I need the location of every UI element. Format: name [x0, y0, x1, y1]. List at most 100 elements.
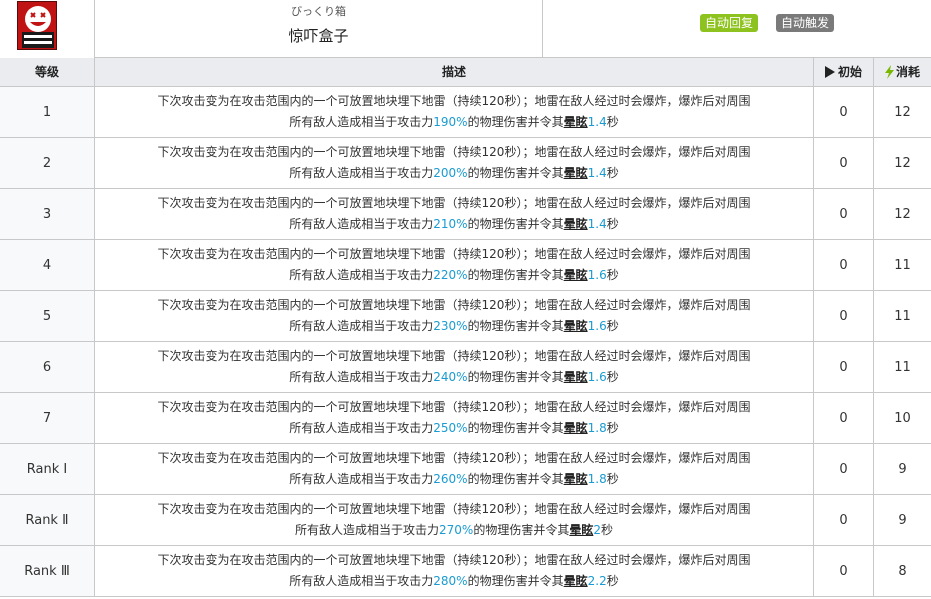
skill-tags-cell: 自动回复 自动触发 [543, 0, 931, 58]
level-value: 1 [42, 104, 52, 120]
description-line-2: 所有敌人造成相当于攻击力270%的物理伤害并令其晕眩2秒 [105, 520, 803, 541]
description-text: 所有敌人造成相当于攻击力 [289, 319, 434, 333]
sp-cost-value: 12 [894, 206, 911, 222]
initial-sp-value: 0 [839, 257, 848, 273]
atk-percent: 280% [433, 574, 468, 588]
header-initial-label: 初始 [837, 65, 862, 79]
description-text: 的物理伤害并令其 [467, 115, 564, 129]
table-row: 2 下次攻击变为在攻击范围内的一个可放置地块埋下地雷（持续120秒）；地雷在敌人… [0, 138, 931, 189]
sp-cost-value: 10 [894, 410, 911, 426]
stun-duration: 1.6 [587, 370, 607, 384]
initial-sp-value: 0 [839, 206, 848, 222]
description-text: 所有敌人造成相当于攻击力 [289, 268, 434, 282]
level-cell: 2 [0, 138, 95, 188]
header-level: 等级 [0, 58, 95, 87]
initial-sp-value: 0 [839, 308, 848, 324]
skill-name-cell: びっくり箱 惊吓盒子 [95, 0, 543, 58]
sp-cost-cell: 11 [874, 240, 931, 290]
initial-sp-value: 0 [839, 512, 848, 528]
sp-cost-cell: 10 [874, 393, 931, 443]
atk-percent: 210% [433, 217, 468, 231]
description-line-2: 所有敌人造成相当于攻击力260%的物理伤害并令其晕眩1.8秒 [105, 469, 803, 490]
atk-percent: 190% [433, 115, 468, 129]
tag-auto-trigger: 自动触发 [776, 14, 835, 32]
sp-cost-cell: 8 [874, 546, 931, 596]
level-value: 4 [42, 257, 52, 273]
initial-sp-cell: 0 [814, 291, 874, 341]
description-line-2: 所有敌人造成相当于攻击力190%的物理伤害并令其晕眩1.4秒 [105, 112, 803, 133]
stun-keyword: 晕眩 [569, 523, 594, 537]
description-cell: 下次攻击变为在攻击范围内的一个可放置地块埋下地雷（持续120秒）；地雷在敌人经过… [95, 138, 814, 188]
initial-sp-cell: 0 [814, 546, 874, 596]
stun-duration: 1.8 [587, 421, 607, 435]
atk-percent: 260% [433, 472, 468, 486]
sp-cost-cell: 9 [874, 444, 931, 494]
stun-keyword: 晕眩 [563, 217, 588, 231]
description-text: 所有敌人造成相当于攻击力 [289, 166, 434, 180]
stun-keyword: 晕眩 [563, 574, 588, 588]
description-line-1: 下次攻击变为在攻击范围内的一个可放置地块埋下地雷（持续120秒）；地雷在敌人经过… [157, 553, 751, 567]
level-value: Rank Ⅰ [26, 461, 68, 477]
initial-sp-cell: 0 [814, 393, 874, 443]
stun-keyword: 晕眩 [563, 472, 588, 486]
level-value: 2 [42, 155, 52, 171]
description-cell: 下次攻击变为在攻击范围内的一个可放置地块埋下地雷（持续120秒）；地雷在敌人经过… [95, 495, 814, 545]
header-initial-sp: 初始 [814, 58, 874, 87]
description-text: 所有敌人造成相当于攻击力 [289, 472, 434, 486]
stun-duration: 1.4 [587, 217, 607, 231]
atk-percent: 220% [433, 268, 468, 282]
stun-duration: 1.6 [587, 319, 607, 333]
stun-duration: 1.6 [587, 268, 607, 282]
sp-cost-cell: 9 [874, 495, 931, 545]
description-text: 的物理伤害并令其 [467, 268, 564, 282]
stun-duration: 1.4 [587, 166, 607, 180]
stun-keyword: 晕眩 [563, 421, 588, 435]
description-line-2: 所有敌人造成相当于攻击力200%的物理伤害并令其晕眩1.4秒 [105, 163, 803, 184]
sp-cost-value: 9 [898, 512, 907, 528]
stun-duration: 2.2 [587, 574, 607, 588]
description-text: 的物理伤害并令其 [467, 574, 564, 588]
description-line-2: 所有敌人造成相当于攻击力220%的物理伤害并令其晕眩1.6秒 [105, 265, 803, 286]
skill-header: びっくり箱 惊吓盒子 自动回复 自动触发 [0, 0, 931, 58]
description-cell: 下次攻击变为在攻击范围内的一个可放置地块埋下地雷（持续120秒）；地雷在敌人经过… [95, 291, 814, 341]
initial-sp-value: 0 [839, 461, 848, 477]
description-text: 所有敌人造成相当于攻击力 [289, 370, 434, 384]
table-row: 6 下次攻击变为在攻击范围内的一个可放置地块埋下地雷（持续120秒）；地雷在敌人… [0, 342, 931, 393]
table-row: 4 下次攻击变为在攻击范围内的一个可放置地块埋下地雷（持续120秒）；地雷在敌人… [0, 240, 931, 291]
description-line-2: 所有敌人造成相当于攻击力210%的物理伤害并令其晕眩1.4秒 [105, 214, 803, 235]
description-cell: 下次攻击变为在攻击范围内的一个可放置地块埋下地雷（持续120秒）；地雷在敌人经过… [95, 87, 814, 137]
lightning-icon [884, 65, 894, 79]
duration-unit: 秒 [606, 115, 619, 129]
description-text: 的物理伤害并令其 [473, 523, 570, 537]
stun-keyword: 晕眩 [563, 115, 588, 129]
level-value: 5 [42, 308, 52, 324]
duration-unit: 秒 [606, 166, 619, 180]
sp-cost-value: 12 [894, 155, 911, 171]
duration-unit: 秒 [606, 472, 619, 486]
header-description: 描述 [95, 58, 814, 87]
table-row: 3 下次攻击变为在攻击范围内的一个可放置地块埋下地雷（持续120秒）；地雷在敌人… [0, 189, 931, 240]
description-line-1: 下次攻击变为在攻击范围内的一个可放置地块埋下地雷（持续120秒）；地雷在敌人经过… [157, 451, 751, 465]
description-line-1: 下次攻击变为在攻击范围内的一个可放置地块埋下地雷（持续120秒）；地雷在敌人经过… [157, 247, 751, 261]
level-cell: 7 [0, 393, 95, 443]
atk-percent: 200% [433, 166, 468, 180]
description-text: 的物理伤害并令其 [467, 166, 564, 180]
level-value: 6 [42, 359, 52, 375]
level-cell: 4 [0, 240, 95, 290]
description-text: 所有敌人造成相当于攻击力 [294, 523, 439, 537]
level-cell: Rank Ⅰ [0, 444, 95, 494]
description-line-2: 所有敌人造成相当于攻击力240%的物理伤害并令其晕眩1.6秒 [105, 367, 803, 388]
stun-keyword: 晕眩 [563, 166, 588, 180]
initial-sp-value: 0 [839, 563, 848, 579]
sp-cost-cell: 12 [874, 138, 931, 188]
level-value: Rank Ⅲ [24, 563, 70, 579]
sp-cost-cell: 12 [874, 87, 931, 137]
description-text: 的物理伤害并令其 [467, 370, 564, 384]
description-cell: 下次攻击变为在攻击范围内的一个可放置地块埋下地雷（持续120秒）；地雷在敌人经过… [95, 240, 814, 290]
duration-unit: 秒 [606, 574, 619, 588]
atk-percent: 250% [433, 421, 468, 435]
description-line-1: 下次攻击变为在攻击范围内的一个可放置地块埋下地雷（持续120秒）；地雷在敌人经过… [157, 145, 751, 159]
description-text: 的物理伤害并令其 [467, 319, 564, 333]
initial-sp-cell: 0 [814, 87, 874, 137]
duration-unit: 秒 [606, 421, 619, 435]
